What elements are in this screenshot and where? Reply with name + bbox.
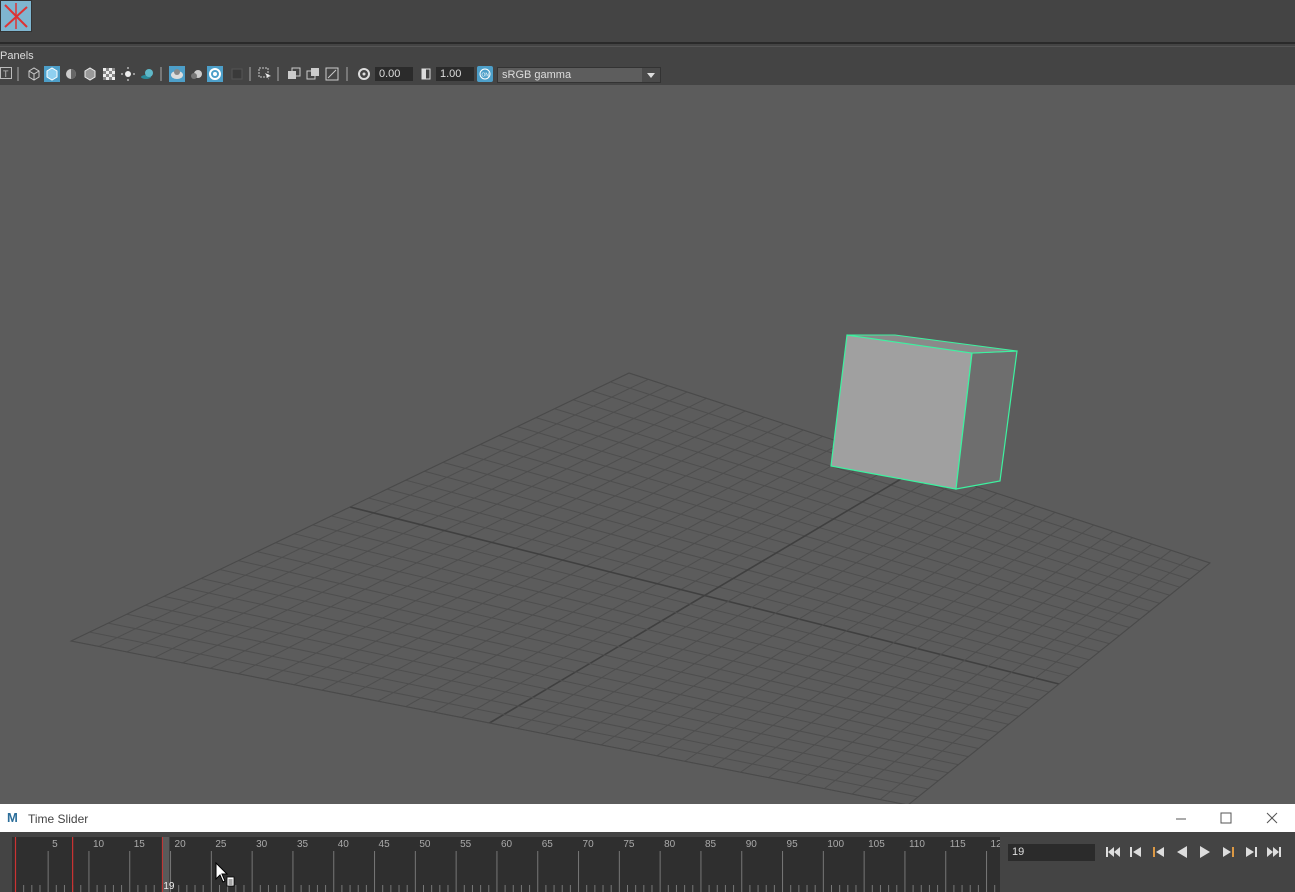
scene-canvas [69, 334, 1212, 804]
ruler-tick-label: 55 [460, 839, 472, 850]
gamma-icon[interactable] [418, 66, 434, 82]
ruler-tick-label: 35 [297, 839, 309, 850]
ground-grid [70, 372, 1211, 804]
wireframe-cube-icon[interactable] [26, 66, 42, 82]
ruler-tick-label: 65 [542, 839, 554, 850]
xray-joints-icon[interactable] [305, 66, 321, 82]
anti-aliasing-icon[interactable] [207, 66, 223, 82]
ruler-tick-label: 110 [909, 839, 925, 850]
grid-outline [69, 372, 1212, 804]
toolbar-separator [346, 67, 348, 81]
chevron-down-icon [642, 68, 660, 82]
current-frame-field[interactable]: 19 [1008, 844, 1095, 861]
ruler-tick-label: 60 [501, 839, 513, 850]
isolate-select-icon[interactable] [257, 66, 273, 82]
smooth-shade-cube-icon[interactable] [44, 66, 60, 82]
default-material-icon[interactable] [63, 66, 79, 82]
ruler-tick-label: 5 [52, 839, 58, 850]
depth-of-field-icon[interactable] [229, 66, 245, 82]
ruler-tick-label: 80 [664, 839, 676, 850]
ruler-tick-label: 10 [93, 839, 105, 850]
ruler-tick-label: 25 [215, 839, 227, 850]
menu-panels[interactable]: Panels [0, 50, 34, 62]
shadows-icon[interactable] [139, 66, 155, 82]
ruler-tick-label: 20 [175, 839, 187, 850]
3d-viewport[interactable] [0, 85, 1295, 804]
motion-blur-icon[interactable] [189, 66, 205, 82]
ruler-tick-label: 30 [256, 839, 268, 850]
grid-line [572, 486, 978, 740]
go-to-end-icon[interactable] [1266, 845, 1282, 859]
ruler-tick-label: 100 [827, 839, 844, 850]
lights-icon[interactable] [120, 66, 136, 82]
app-logo-icon[interactable] [0, 0, 32, 32]
step-forward-frame-icon[interactable] [1220, 845, 1236, 859]
xray-active-components-icon[interactable] [324, 66, 340, 82]
text-icon[interactable]: T [0, 66, 16, 82]
selected-cube[interactable] [830, 334, 1018, 490]
time-ruler-canvas: 5 10 15 20 25 30 35 40 45 50 55 60 65 70 75 80 85 90 95 100… [14, 837, 1000, 892]
current-frame-marker-label: 19 [163, 881, 175, 892]
toolbar-separator [277, 67, 279, 81]
view-transform-dropdown[interactable]: sRGB gamma [497, 67, 661, 83]
ruler-tick-label: 115 [950, 839, 966, 850]
toolbar-separator [249, 67, 251, 81]
grid-line [824, 543, 1153, 790]
close-icon[interactable] [1263, 810, 1281, 826]
svg-text:T: T [3, 69, 9, 79]
grid-line [879, 556, 1191, 800]
step-forward-key-icon[interactable] [1243, 845, 1259, 859]
panel-menubar: Panels [0, 46, 1295, 65]
step-back-frame-icon[interactable] [1151, 845, 1167, 859]
time-slider-titlebar: M Time Slider [0, 804, 1295, 832]
time-ruler[interactable]: 5 10 15 20 25 30 35 40 45 50 55 60 65 70 75 80 85 90 95 100… [12, 837, 1000, 892]
play-forward-icon[interactable] [1197, 845, 1213, 859]
ruler-tick-label: 40 [338, 839, 350, 850]
wireframe-on-shaded-icon[interactable] [82, 66, 98, 82]
view-transform-value: sRGB gamma [502, 69, 572, 81]
ruler-tick-label: 95 [787, 839, 799, 850]
ruler-tick-label: 105 [868, 839, 885, 850]
textured-icon[interactable] [101, 66, 117, 82]
exposure-field[interactable]: 0.00 [375, 67, 413, 81]
gamma-field[interactable]: 1.00 [436, 67, 474, 81]
ruler-tick-label: 15 [134, 839, 146, 850]
grid-line [796, 537, 1133, 784]
maya-app-icon: M [7, 810, 18, 825]
ruler-tick-label: 50 [419, 839, 431, 850]
top-bar [0, 0, 1295, 44]
toolbar-separator [17, 67, 19, 81]
color-management-toggle-icon[interactable]: ON [477, 66, 493, 82]
ruler-tick-label: 12 [991, 839, 1000, 850]
svg-text:ON: ON [482, 73, 490, 79]
xray-icon[interactable] [286, 66, 302, 82]
viewport-toolbar: T 0.00 1.00 ON sRGB gamma [0, 64, 1295, 84]
go-to-start-icon[interactable] [1105, 845, 1121, 859]
toolbar-separator [160, 67, 162, 81]
minimize-icon[interactable] [1172, 810, 1190, 826]
ruler-tick-label: 85 [705, 839, 717, 850]
ruler-tick-label: 75 [623, 839, 635, 850]
maximize-icon[interactable] [1217, 810, 1235, 826]
exposure-icon[interactable] [356, 66, 372, 82]
ruler-tick-label: 45 [379, 839, 391, 850]
step-back-key-icon[interactable] [1128, 845, 1144, 859]
mouse-cursor-icon [215, 862, 235, 887]
grid-line [684, 511, 1056, 762]
time-slider-title: Time Slider [28, 812, 89, 826]
grid-line [545, 480, 959, 735]
ruler-tick-label: 70 [583, 839, 595, 850]
ruler-tick-label: 90 [746, 839, 758, 850]
play-backward-icon[interactable] [1174, 845, 1190, 859]
ambient-occlusion-icon[interactable] [169, 66, 185, 82]
